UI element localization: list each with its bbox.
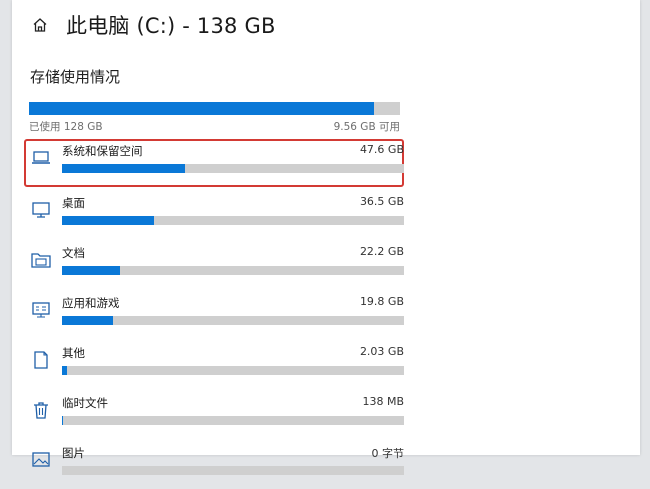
header: 此电脑 (C:) - 138 GB: [30, 10, 276, 40]
category-label: 系统和保留空间: [62, 144, 143, 158]
category-temp-files[interactable]: 临时文件 138 MB: [24, 391, 404, 439]
laptop-icon: [30, 147, 52, 169]
category-label: 临时文件: [62, 396, 108, 410]
total-usage-fill: [29, 102, 375, 115]
section-title: 存储使用情况: [30, 68, 121, 86]
pictures-icon: [30, 449, 52, 471]
category-apps-games[interactable]: 应用和游戏 19.8 GB: [24, 291, 404, 339]
other-icon: [30, 349, 52, 371]
category-usage-fill: [62, 216, 155, 225]
settings-window: 此电脑 (C:) - 138 GB 存储使用情况 已使用 128 GB 9.56…: [12, 0, 640, 475]
category-label: 图片: [62, 446, 85, 460]
trash-icon: [30, 399, 52, 421]
apps-icon: [30, 299, 52, 321]
category-label: 应用和游戏: [62, 296, 120, 310]
category-usage-fill: [62, 416, 63, 425]
home-icon[interactable]: [30, 15, 50, 35]
category-size: 0 字节: [371, 447, 405, 460]
category-documents[interactable]: 文档 22.2 GB: [24, 241, 404, 289]
category-size: 138 MB: [362, 395, 404, 408]
total-usage-bar: [29, 102, 400, 115]
category-label: 其他: [62, 346, 85, 360]
category-size: 2.03 GB: [359, 345, 404, 358]
category-size: 47.6 GB: [359, 143, 404, 156]
category-usage-fill: [62, 266, 121, 275]
category-pictures[interactable]: 图片 0 字节: [24, 441, 404, 489]
page-title: 此电脑 (C:) - 138 GB: [66, 14, 276, 38]
category-system-reserved[interactable]: 系统和保留空间 47.6 GB: [24, 139, 404, 187]
category-usage-bar: [62, 316, 404, 325]
category-usage-bar: [62, 416, 404, 425]
category-size: 22.2 GB: [359, 245, 404, 258]
category-label: 文档: [62, 246, 85, 260]
category-usage-bar: [62, 216, 404, 225]
used-label: 已使用 128 GB: [29, 121, 103, 133]
category-usage-fill: [62, 316, 114, 325]
category-usage-fill: [62, 164, 186, 173]
category-usage-bar: [62, 164, 404, 173]
category-usage-bar: [62, 266, 404, 275]
documents-folder-icon: [30, 249, 52, 271]
category-desktop[interactable]: 桌面 36.5 GB: [24, 191, 404, 239]
category-usage-bar: [62, 366, 404, 375]
category-usage-bar: [62, 466, 404, 475]
monitor-icon: [30, 199, 52, 221]
category-other[interactable]: 其他 2.03 GB: [24, 341, 404, 389]
category-size: 36.5 GB: [359, 195, 404, 208]
free-label: 9.56 GB 可用: [333, 121, 400, 133]
category-size: 19.8 GB: [359, 295, 404, 308]
category-label: 桌面: [62, 196, 85, 210]
category-usage-fill: [62, 366, 68, 375]
